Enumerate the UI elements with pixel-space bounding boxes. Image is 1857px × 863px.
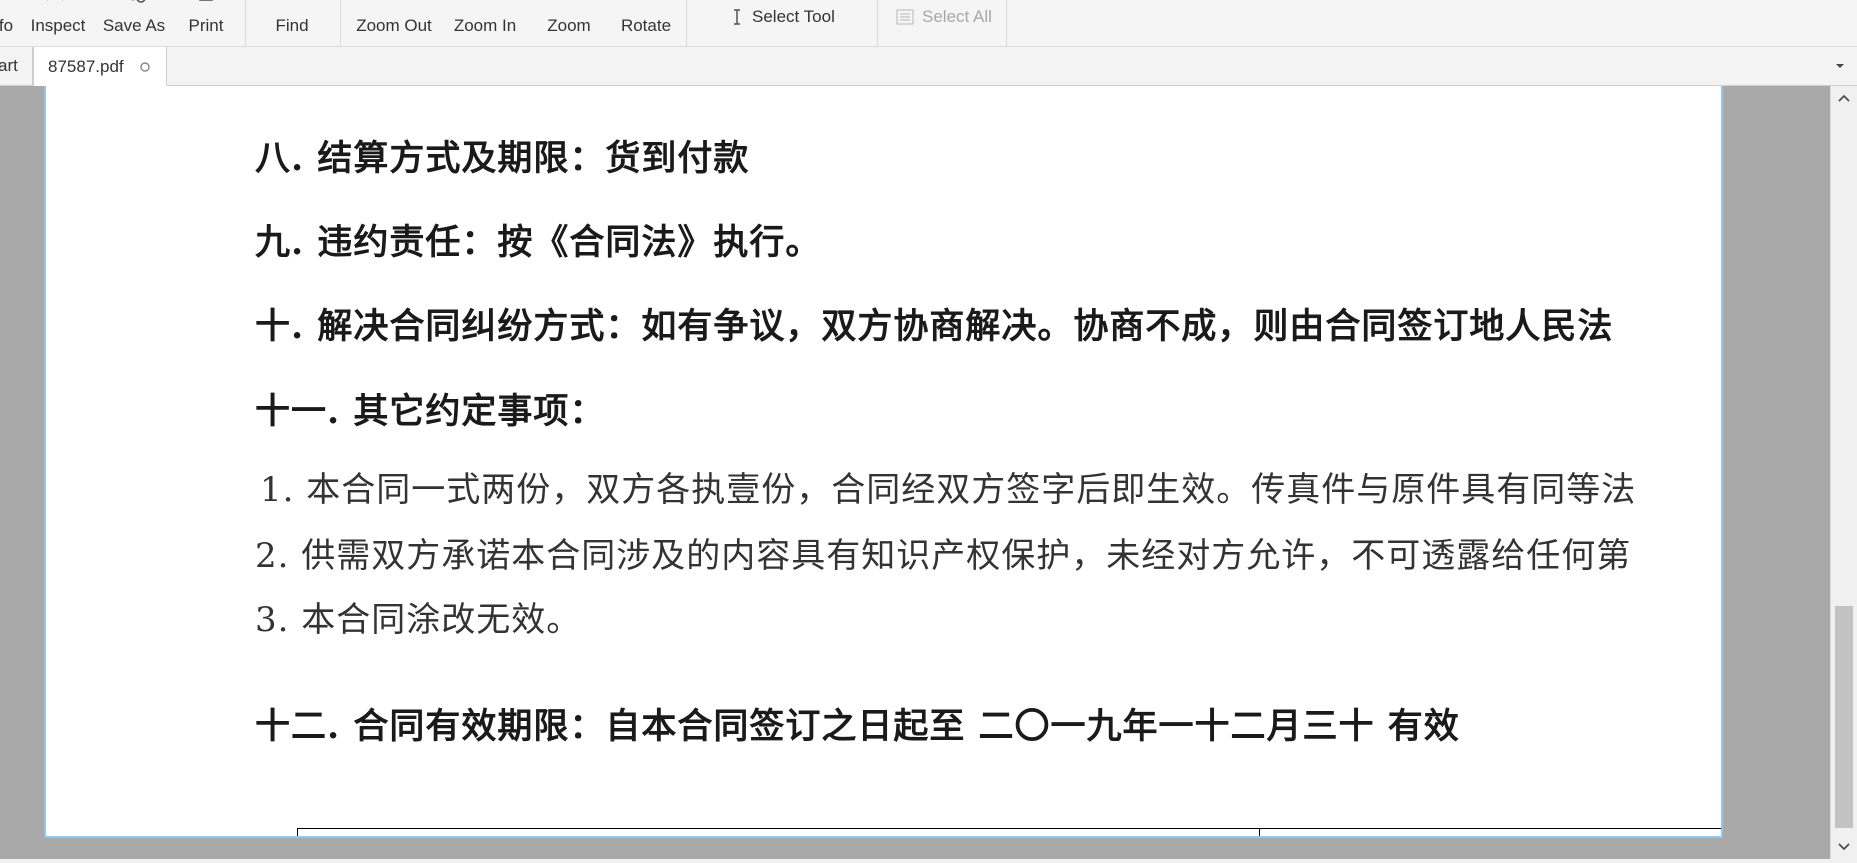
vertical-scrollbar[interactable] bbox=[1830, 86, 1857, 859]
inspect-label: Inspect bbox=[30, 16, 86, 35]
toolbar-divider bbox=[340, 0, 341, 46]
toolbar-divider bbox=[1006, 0, 1007, 46]
clause-8: 八. 结算方式及期限：货到付款 bbox=[255, 138, 750, 179]
print-label: Print bbox=[188, 16, 224, 35]
find-icon bbox=[277, 0, 307, 6]
clause-12: 十二. 合同有效期限：自本合同签订之日起至 二〇一九年一十二月三十 有效 bbox=[255, 706, 1460, 747]
scrollbar-thumb[interactable] bbox=[1835, 606, 1853, 828]
table-border-left bbox=[297, 828, 298, 836]
find-button[interactable]: Find bbox=[272, 0, 312, 46]
text-cursor-icon bbox=[734, 9, 740, 25]
zoom-out-button[interactable]: Zoom Out bbox=[354, 0, 434, 46]
tab-previous-label: art bbox=[0, 56, 18, 75]
table-column-divider bbox=[1259, 828, 1260, 836]
toolbar-divider bbox=[245, 0, 246, 46]
inspect-button[interactable]: Inspect bbox=[28, 0, 88, 46]
clause-11-item-2: 2. 供需双方承诺本合同涉及的内容具有知识产权保护，未经对方允许，不可透露给任何… bbox=[255, 536, 1632, 576]
zoom-icon bbox=[554, 0, 584, 6]
clause-9: 九. 违约责任：按《合同法》执行。 bbox=[255, 222, 822, 263]
tab-label: 87587.pdf bbox=[48, 56, 124, 76]
tab-87587-pdf[interactable]: 87587.pdf bbox=[33, 47, 167, 86]
clause-11: 十一. 其它约定事项： bbox=[255, 391, 606, 432]
zoom-in-label: Zoom In bbox=[453, 16, 517, 35]
zoom-out-icon bbox=[379, 0, 409, 6]
clipped-line-glyphs: ▪▪▪▪▪▪▪▪▪▪▪▪▪▪▪▪▪▪▪▪▪▪▪▪ bbox=[255, 86, 832, 90]
clause-11-item-3: 3. 本合同涂改无效。 bbox=[255, 600, 582, 640]
zoom-in-icon bbox=[470, 0, 500, 6]
tab-previous[interactable]: art bbox=[0, 47, 33, 85]
close-tab-icon[interactable] bbox=[138, 60, 152, 74]
bottom-strip bbox=[0, 859, 1857, 863]
zoom-out-label: Zoom Out bbox=[356, 16, 432, 35]
select-all-button[interactable]: Select All bbox=[896, 0, 992, 34]
save-as-label: Save As bbox=[102, 16, 166, 35]
find-label: Find bbox=[275, 16, 309, 35]
save-as-icon bbox=[119, 0, 149, 6]
tab-bar: art 87587.pdf bbox=[0, 47, 1857, 86]
rotate-icon bbox=[631, 0, 661, 6]
print-button[interactable]: Print bbox=[186, 0, 226, 46]
toolbar-divider bbox=[686, 0, 687, 46]
scroll-up-icon[interactable] bbox=[1837, 92, 1851, 106]
clause-10: 十. 解决合同纠纷方式：如有争议，双方协商解决。协商不成，则由合同签订地人民法 bbox=[255, 306, 1614, 347]
toolbar: fo Inspect Save As Print Find Zoom Out Z… bbox=[0, 0, 1857, 47]
clipped-line-above: ▪▪▪▪▪▪▪▪▪▪▪▪▪▪▪▪▪▪▪▪▪▪▪▪ bbox=[255, 86, 1255, 90]
toolbar-divider bbox=[877, 0, 878, 46]
clause-11-item-1: 1. 本合同一式两份，双方各执壹份，合同经双方签字后即生效。传真件与原件具有同等… bbox=[260, 470, 1637, 510]
select-tool-button[interactable]: Select Tool bbox=[730, 0, 835, 34]
scroll-down-icon[interactable] bbox=[1837, 839, 1851, 853]
rotate-label: Rotate bbox=[620, 16, 672, 35]
info-button[interactable]: fo bbox=[0, 0, 16, 46]
zoom-label: Zoom bbox=[547, 16, 591, 35]
rotate-button[interactable]: Rotate bbox=[618, 0, 674, 46]
inspect-icon bbox=[43, 0, 73, 6]
zoom-button[interactable]: Zoom bbox=[546, 0, 592, 46]
document-viewer[interactable]: ▪▪▪▪▪▪▪▪▪▪▪▪▪▪▪▪▪▪▪▪▪▪▪▪ 八. 结算方式及期限：货到付款… bbox=[0, 86, 1830, 859]
chevron-down-icon[interactable] bbox=[1833, 59, 1847, 73]
select-all-icon bbox=[896, 9, 914, 25]
print-icon bbox=[191, 0, 221, 6]
info-button-label: fo bbox=[0, 16, 14, 35]
select-tool-label: Select Tool bbox=[752, 7, 835, 26]
zoom-in-button[interactable]: Zoom In bbox=[450, 0, 520, 46]
table-border-top bbox=[297, 828, 1721, 829]
pdf-page: ▪▪▪▪▪▪▪▪▪▪▪▪▪▪▪▪▪▪▪▪▪▪▪▪ 八. 结算方式及期限：货到付款… bbox=[44, 86, 1723, 838]
select-all-label: Select All bbox=[922, 7, 992, 26]
save-as-button[interactable]: Save As bbox=[102, 0, 166, 46]
